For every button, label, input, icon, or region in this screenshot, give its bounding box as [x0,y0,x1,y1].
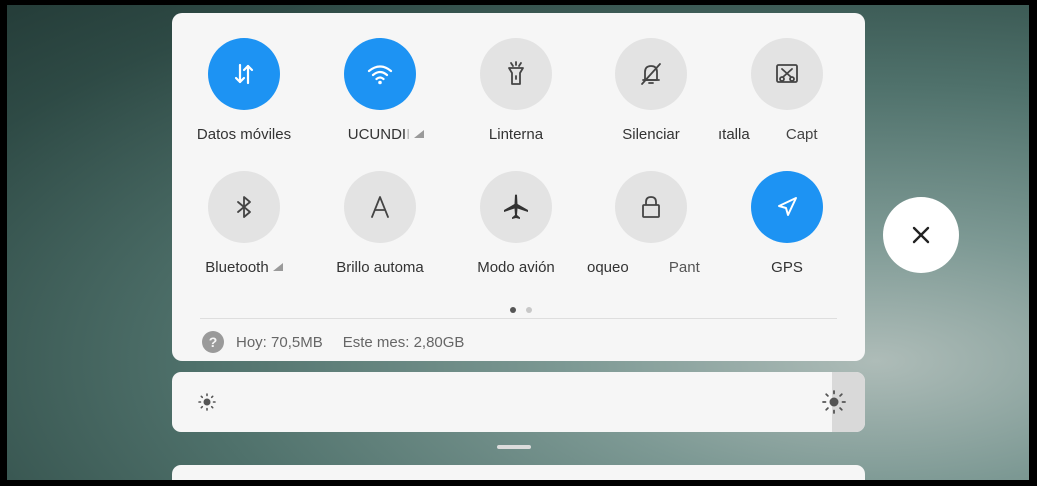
close-icon [912,226,930,244]
close-button[interactable] [883,197,959,273]
tile-label: Silenciar [622,126,680,143]
tile-flashlight[interactable]: Linterna [451,38,581,148]
tile-airplane-mode[interactable]: Modo avión [451,171,581,281]
airplane-icon [480,171,552,243]
tile-label: ıtalla [718,126,750,143]
brightness-slider[interactable] [172,372,865,432]
quick-settings-panel: Datos móviles UCUNDII Linterna Silenciar… [172,13,865,361]
tile-gps[interactable]: GPS [722,171,852,281]
tile-bluetooth[interactable]: Bluetooth [179,171,309,281]
divider [200,318,837,319]
tile-auto-brightness[interactable]: Brillo automa [315,171,445,281]
tile-label: Datos móviles [196,126,292,143]
bell-off-icon [615,38,687,110]
dropdown-triangle-icon[interactable] [272,263,283,271]
page-dot-active[interactable] [510,307,516,313]
tile-screen-lock[interactable]: oqueo Pant [586,171,716,281]
page-dot[interactable] [526,307,532,313]
usage-today: Hoy: 70,5MB [236,333,323,351]
dropdown-triangle-icon[interactable] [414,130,425,138]
help-icon: ? [202,331,224,353]
tile-label: Linterna [488,126,544,143]
tile-label-next: Pant [668,259,700,276]
auto-brightness-icon [344,171,416,243]
tile-silence[interactable]: Silenciar [586,38,716,148]
tile-label-next: Capt [785,126,818,143]
tile-screenshot[interactable]: ıtalla Capt [718,38,852,148]
tile-label: UCUNDI [347,126,407,143]
lock-icon [615,171,687,243]
tile-wifi[interactable]: UCUNDII [315,38,445,148]
flashlight-icon [480,38,552,110]
tile-label: Modo avión [477,259,555,276]
bluetooth-icon [208,171,280,243]
tile-label: Brillo automa [336,259,424,276]
tile-label: GPS [771,259,803,276]
location-arrow-icon [751,171,823,243]
sun-large-icon [821,389,847,420]
mobile-data-icon [208,38,280,110]
screen: Datos móviles UCUNDII Linterna Silenciar… [7,5,1029,480]
screenshot-icon [751,38,823,110]
page-indicator [505,300,537,318]
notification-card[interactable] [172,465,865,480]
data-usage[interactable]: ? Hoy: 70,5MB Este mes: 2,80GB [202,331,464,353]
sun-small-icon [197,392,217,417]
drag-handle[interactable] [497,445,531,449]
tile-label: Bluetooth [205,259,269,276]
tile-mobile-data[interactable]: Datos móviles [179,38,309,148]
tile-label: oqueo [587,259,629,276]
wifi-icon [344,38,416,110]
usage-month: Este mes: 2,80GB [342,333,465,351]
